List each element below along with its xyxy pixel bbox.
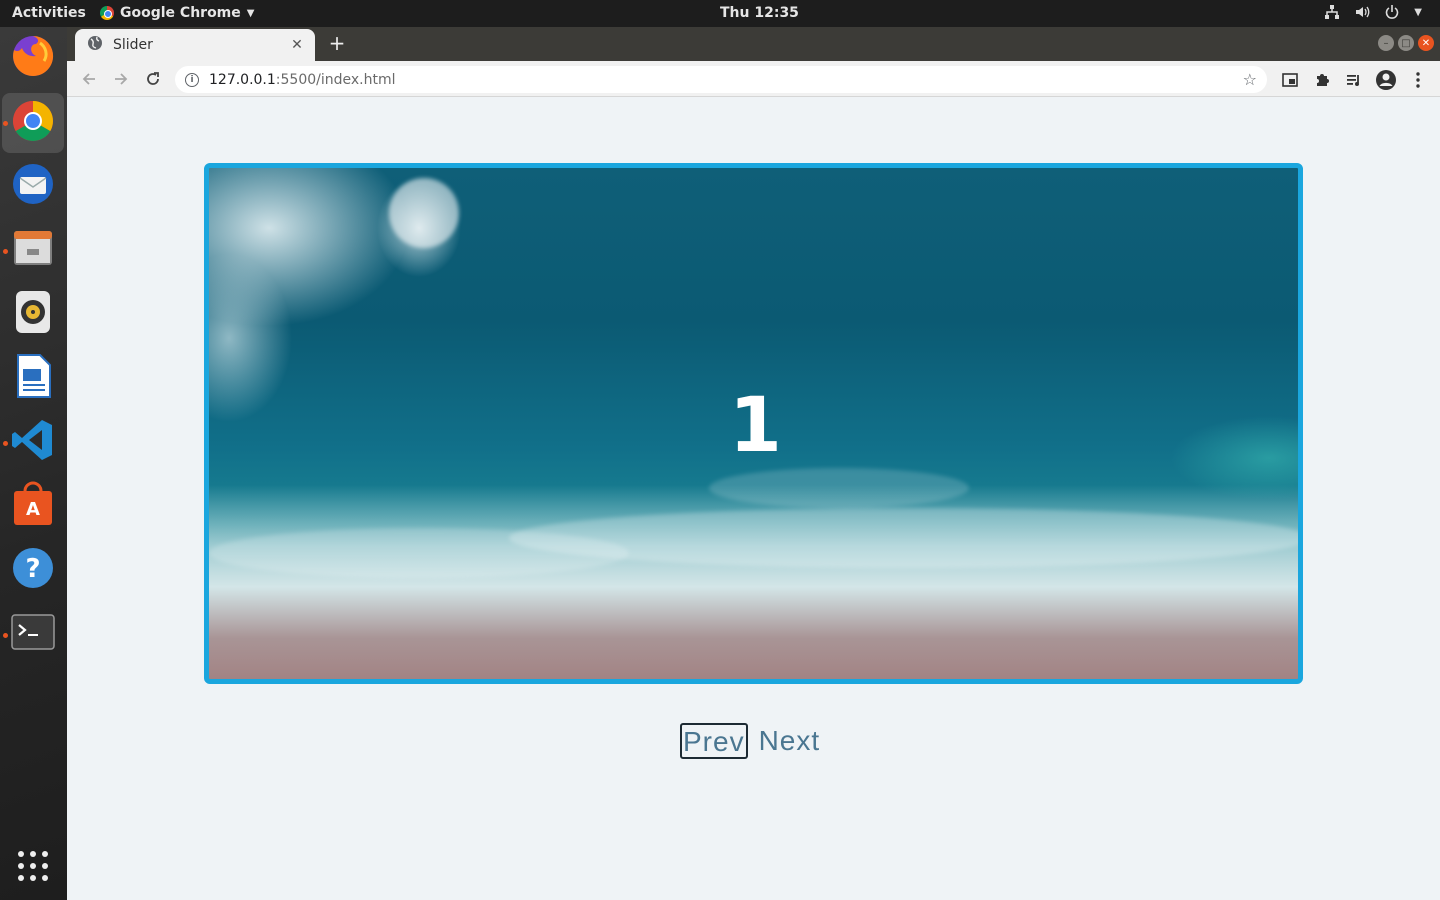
dock: A ? bbox=[0, 27, 67, 900]
address-bar[interactable]: i 127.0.0.1:5500/index.html ☆ bbox=[175, 66, 1267, 93]
close-icon[interactable]: ✕ bbox=[287, 37, 307, 53]
dock-item-firefox[interactable] bbox=[8, 33, 58, 83]
reload-icon[interactable] bbox=[141, 67, 165, 91]
browser-window: Slider ✕ + – □ ✕ i 127.0.0.1:5500/index.… bbox=[67, 27, 1440, 900]
close-window-icon[interactable]: ✕ bbox=[1418, 35, 1434, 51]
app-menu-label: Google Chrome bbox=[120, 5, 241, 21]
tab-strip: Slider ✕ + – □ ✕ bbox=[67, 27, 1440, 61]
system-tray[interactable]: ▼ bbox=[1324, 4, 1422, 20]
thunderbird-icon bbox=[10, 161, 56, 211]
window-controls: – □ ✕ bbox=[1378, 35, 1434, 51]
terminal-icon bbox=[10, 609, 56, 659]
site-info-icon[interactable]: i bbox=[185, 72, 199, 87]
forward-icon[interactable] bbox=[109, 67, 133, 91]
tab-slider[interactable]: Slider ✕ bbox=[75, 29, 315, 61]
chrome-icon bbox=[10, 98, 56, 148]
svg-text:?: ? bbox=[25, 554, 40, 584]
profile-avatar-icon[interactable] bbox=[1375, 69, 1397, 91]
slide-number: 1 bbox=[729, 380, 782, 469]
chevron-down-icon: ▼ bbox=[246, 7, 255, 19]
dock-item-chrome[interactable] bbox=[2, 93, 64, 153]
bookmark-star-icon[interactable]: ☆ bbox=[1243, 70, 1257, 89]
dock-item-software[interactable]: A bbox=[8, 481, 58, 531]
rhythmbox-icon bbox=[10, 289, 56, 339]
chevron-down-icon[interactable]: ▼ bbox=[1414, 7, 1422, 18]
maximize-icon[interactable]: □ bbox=[1398, 35, 1414, 51]
back-icon[interactable] bbox=[77, 67, 101, 91]
tab-title: Slider bbox=[113, 37, 153, 53]
clock[interactable]: Thu 12:35 bbox=[720, 5, 799, 21]
files-icon bbox=[10, 225, 56, 275]
power-icon[interactable] bbox=[1384, 4, 1400, 20]
running-indicator bbox=[3, 633, 8, 638]
dock-item-rhythmbox[interactable] bbox=[8, 289, 58, 339]
network-icon[interactable] bbox=[1324, 4, 1340, 20]
app-grid-icon bbox=[15, 848, 51, 888]
writer-icon bbox=[10, 353, 56, 403]
app-menu[interactable]: Google Chrome ▼ bbox=[100, 5, 254, 21]
vscode-icon bbox=[10, 417, 56, 467]
image-slider: 1 bbox=[204, 163, 1303, 684]
slider-controls: Prev Next bbox=[680, 723, 821, 759]
dock-item-help[interactable]: ? bbox=[8, 545, 58, 595]
url-path: :5500/index.html bbox=[275, 71, 396, 88]
firefox-icon bbox=[10, 33, 56, 83]
minimize-icon[interactable]: – bbox=[1378, 35, 1394, 51]
chrome-icon bbox=[100, 6, 114, 20]
running-indicator bbox=[3, 249, 8, 254]
running-indicator bbox=[3, 121, 8, 126]
prev-button[interactable]: Prev bbox=[680, 723, 748, 759]
dock-item-show-apps[interactable] bbox=[8, 843, 58, 893]
dock-item-vscode[interactable] bbox=[8, 417, 58, 467]
extensions-icon[interactable] bbox=[1311, 69, 1333, 91]
dock-item-files[interactable] bbox=[8, 225, 58, 275]
activities-button[interactable]: Activities bbox=[12, 5, 86, 21]
page-content: 1 Prev Next bbox=[67, 97, 1440, 900]
more-menu-icon[interactable] bbox=[1407, 69, 1429, 91]
running-indicator bbox=[3, 441, 8, 446]
svg-text:A: A bbox=[26, 499, 40, 520]
dock-item-terminal[interactable] bbox=[8, 609, 58, 659]
url-host: 127.0.0.1 bbox=[209, 71, 276, 88]
globe-icon bbox=[87, 35, 103, 55]
browser-toolbar: i 127.0.0.1:5500/index.html ☆ bbox=[67, 61, 1440, 97]
next-button[interactable]: Next bbox=[758, 723, 822, 759]
volume-icon[interactable] bbox=[1354, 4, 1370, 20]
media-control-icon[interactable] bbox=[1343, 69, 1365, 91]
dock-item-writer[interactable] bbox=[8, 353, 58, 403]
new-tab-button[interactable]: + bbox=[325, 32, 349, 56]
picture-in-picture-icon[interactable] bbox=[1279, 69, 1301, 91]
system-top-bar: Activities Google Chrome ▼ Thu 12:35 ▼ bbox=[0, 0, 1440, 27]
software-icon: A bbox=[10, 481, 56, 531]
help-icon: ? bbox=[10, 545, 56, 595]
dock-item-thunderbird[interactable] bbox=[8, 161, 58, 211]
